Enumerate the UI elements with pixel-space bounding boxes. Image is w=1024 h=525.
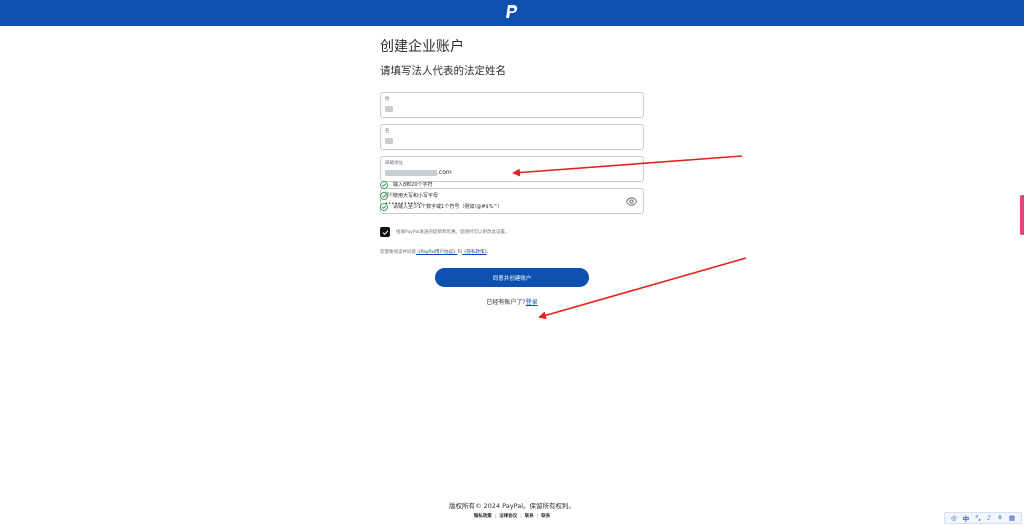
footer-link-privacy[interactable]: 隐私政策	[474, 514, 492, 519]
footer-link-contact-2[interactable]: 联系	[541, 514, 550, 519]
agreement-text: 您需要阅读并同意《PayPal用户协议》和《隐私政策》。	[380, 250, 492, 255]
password-rule: 请输入至少1个数字或1个符号（例如!@#$%^）	[380, 201, 503, 212]
password-rules: 输入8到20个字符 使用大写和小写字母 请输入至少1个数字或1个符号（例如!@#…	[380, 179, 503, 212]
ime-language[interactable]: 中	[963, 513, 970, 523]
microphone-icon[interactable]: ♪	[987, 514, 991, 522]
agree-create-account-button[interactable]: 同意并创建账户	[435, 268, 589, 287]
side-tab[interactable]	[1020, 195, 1024, 235]
user-agreement-link[interactable]: 《PayPal用户协议》	[416, 250, 457, 255]
check-circle-icon	[380, 202, 388, 211]
email-value: .com	[385, 169, 452, 176]
login-prompt: 已经有账户了?登录	[486, 299, 538, 306]
first-name-value	[385, 137, 393, 144]
ime-toolbar: ◎ 中 °, ♪ ⚘ ▦	[943, 512, 1022, 524]
footer-links: 隐私政策 | 法律协议 | 联系 | 联系	[473, 514, 551, 519]
privacy-policy-link[interactable]: 《隐私政策》	[462, 250, 487, 255]
last-name-field[interactable]: 姓	[380, 92, 644, 118]
show-password-icon[interactable]	[626, 197, 637, 206]
password-rule: 使用大写和小写字母	[380, 190, 503, 201]
check-circle-icon	[380, 191, 388, 200]
promo-checkbox[interactable]	[380, 227, 390, 237]
first-name-label: 名	[385, 129, 390, 134]
checkmark-icon	[382, 229, 388, 235]
ime-punct-icon[interactable]: °,	[975, 514, 981, 522]
footer-link-legal[interactable]: 法律协议	[499, 514, 517, 519]
copyright-text: 版权所有© 2024 PayPal。保留所有权利。	[448, 502, 576, 510]
skin-icon[interactable]: ⚘	[997, 514, 1003, 522]
promo-consent-text: 接收PayPal发送的促销和优惠。您随时可以更改此设置。	[396, 230, 510, 235]
ime-logo-icon[interactable]: ◎	[951, 514, 957, 522]
password-rule: 输入8到20个字符	[380, 179, 503, 190]
check-circle-icon	[380, 180, 388, 189]
last-name-label: 姓	[385, 97, 390, 102]
promo-consent: 接收PayPal发送的促销和优惠。您随时可以更改此设置。	[380, 227, 509, 237]
last-name-value	[385, 105, 393, 112]
first-name-field[interactable]: 名	[380, 124, 644, 150]
footer: 版权所有© 2024 PayPal。保留所有权利。 隐私政策 | 法律协议 | 联系 | 联…	[0, 500, 1024, 519]
email-label: 邮箱地址	[385, 161, 403, 166]
footer-link-contact[interactable]: 联系	[525, 514, 534, 519]
login-link[interactable]: 登录	[526, 299, 538, 306]
grid-icon[interactable]: ▦	[1009, 514, 1015, 522]
